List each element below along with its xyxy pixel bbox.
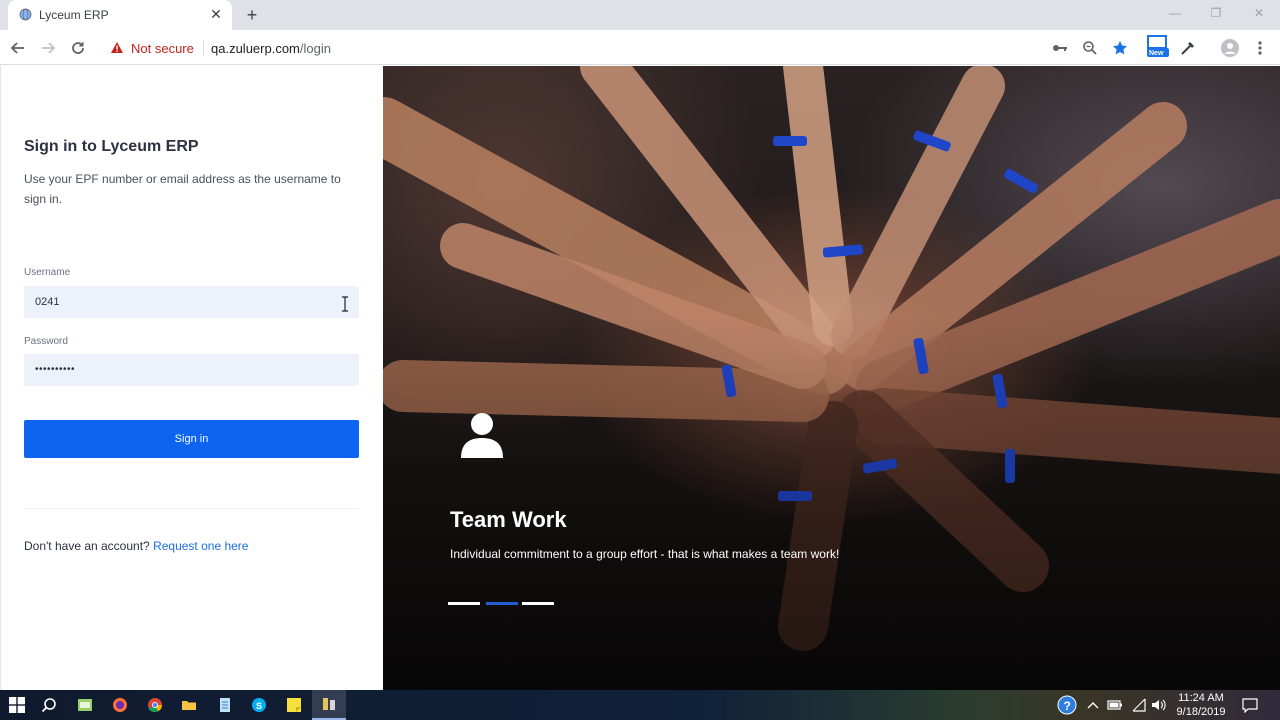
carousel-dot-3[interactable] (522, 602, 554, 605)
taskbar-sticky-notes[interactable] (277, 690, 311, 720)
eyedropper-extension-icon[interactable] (1178, 38, 1198, 58)
request-account-text: Don't have an account? Request one here (24, 539, 248, 553)
url-host: qa.zuluerp.com (211, 41, 300, 56)
back-arrow-icon (10, 42, 24, 54)
signin-button[interactable]: Sign in (24, 420, 359, 458)
taskbar-notepad[interactable] (208, 690, 242, 720)
notification-icon[interactable] (1241, 696, 1259, 714)
taskbar-file-explorer[interactable] (172, 690, 206, 720)
search-icon (41, 698, 56, 713)
battery-icon[interactable] (1106, 696, 1124, 714)
user-icon (461, 413, 503, 458)
hero-image: Team Work Individual commitment to a gro… (383, 66, 1280, 690)
browser-tab[interactable]: Lyceum ERP ✕ (8, 0, 232, 30)
text-cursor-icon (342, 296, 348, 312)
start-button[interactable] (0, 690, 34, 720)
reload-button[interactable] (67, 37, 89, 59)
forward-arrow-icon (42, 42, 56, 54)
taskbar-firefox[interactable] (103, 690, 137, 720)
restore-window-icon[interactable]: ❐ (1201, 4, 1231, 22)
wifi-icon[interactable] (1130, 696, 1148, 714)
hero-caption: Individual commitment to a group effort … (450, 547, 840, 561)
taskbar-chrome[interactable] (138, 690, 172, 720)
volume-icon[interactable] (1150, 696, 1168, 714)
carousel-dot-1[interactable] (448, 602, 480, 605)
extension-badge-label: New (1149, 50, 1164, 57)
url-text[interactable]: qa.zuluerp.com/login (211, 41, 331, 56)
omnibox-separator (203, 40, 204, 56)
globe-icon (19, 8, 32, 21)
login-panel: Sign in to Lyceum ERP Use your EPF numbe… (0, 66, 383, 690)
windows-taskbar: S ? 11:24 AM 9/18/2019 (0, 690, 1280, 720)
browser-menu-icon[interactable] (1250, 38, 1270, 58)
help-icon[interactable]: ? (1056, 694, 1078, 716)
spreadsheet-app-icon (78, 699, 92, 711)
chevron-up-icon[interactable] (1084, 696, 1102, 714)
minimize-window-icon[interactable]: — (1160, 4, 1190, 22)
notepad-icon (220, 698, 230, 712)
address-bar[interactable]: Not secure qa.zuluerp.com/login (104, 34, 1034, 61)
new-tab-button[interactable]: + (242, 5, 262, 25)
taskbar-app-1[interactable] (68, 690, 102, 720)
clock-time: 11:24 AM (1178, 692, 1224, 704)
taskbar-clock[interactable]: 11:24 AM 9/18/2019 (1172, 691, 1230, 719)
warning-icon (111, 42, 123, 53)
request-account-link[interactable]: Request one here (153, 539, 248, 553)
signin-instructions: Use your EPF number or email address as … (24, 172, 341, 206)
browser-tabstrip: Lyceum ERP ✕ + — ❐ ✕ (0, 0, 1280, 30)
folder-icon (182, 701, 196, 710)
url-path: /login (299, 41, 331, 56)
svg-text:?: ? (1064, 699, 1071, 713)
username-label: Username (24, 267, 71, 278)
close-tab-icon[interactable]: ✕ (207, 5, 225, 23)
extension-new-icon[interactable]: New (1146, 35, 1170, 57)
password-input[interactable]: •••••••••• (24, 354, 359, 386)
clock-date: 9/18/2019 (1176, 706, 1226, 718)
back-button[interactable] (7, 37, 29, 59)
windows-logo-icon (9, 697, 25, 713)
sticky-notes-icon (287, 698, 301, 712)
divider (24, 508, 359, 509)
forward-button[interactable] (37, 37, 59, 59)
hero-title: Team Work (450, 507, 567, 532)
profile-avatar-icon[interactable] (1220, 38, 1240, 58)
password-label: Password (24, 336, 68, 347)
chrome-icon (148, 698, 162, 713)
not-secure-label[interactable]: Not secure (131, 41, 194, 56)
media-app-icon (323, 698, 335, 710)
password-key-icon[interactable] (1050, 38, 1070, 58)
zoom-icon[interactable] (1080, 38, 1100, 58)
skype-icon: S (252, 698, 266, 712)
tab-title: Lyceum ERP (39, 8, 109, 22)
close-window-icon[interactable]: ✕ (1244, 4, 1274, 22)
hero-overlay (383, 66, 1280, 690)
firefox-icon (113, 698, 127, 712)
taskbar-skype[interactable]: S (242, 690, 276, 720)
search-button[interactable] (32, 690, 66, 720)
bookmark-star-icon[interactable] (1110, 38, 1130, 58)
page-title: Sign in to Lyceum ERP (24, 138, 199, 155)
carousel-dot-2[interactable] (486, 602, 518, 605)
username-input[interactable]: 0241 (24, 286, 359, 318)
reload-icon (72, 42, 84, 54)
svg-text:S: S (256, 701, 262, 711)
taskbar-active-app[interactable] (312, 690, 346, 720)
no-account-label: Don't have an account? (24, 539, 150, 553)
browser-toolbar: Not secure qa.zuluerp.com/login New (0, 30, 1280, 65)
carousel-indicators (448, 602, 558, 606)
